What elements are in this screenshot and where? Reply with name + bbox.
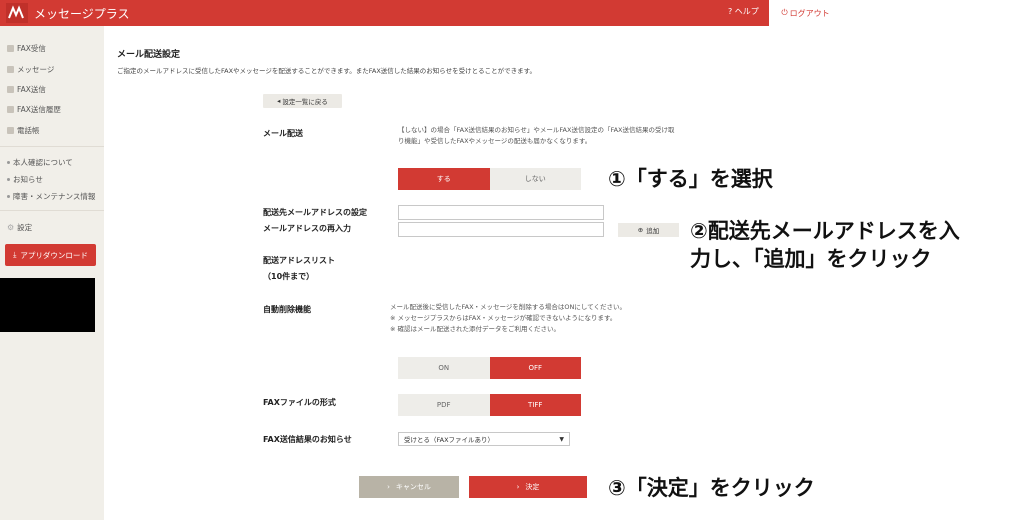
bullet-icon [7, 161, 10, 164]
logout-button[interactable]: ⏻ ログアウト [769, 0, 842, 26]
sidebar-item-fax-send[interactable]: FAX送信 [7, 84, 46, 95]
chevron-right-icon: › [387, 483, 390, 491]
back-to-settings-button[interactable]: ◂ 設定一覧に戻る [263, 94, 342, 108]
auto-delete-note: メール配送後に受信したFAX・メッセージを削除する場合はONにしてください。 ※… [390, 303, 626, 333]
message-icon [7, 66, 14, 73]
sidebar-link-news[interactable]: お知らせ [7, 174, 43, 185]
annotation-step1: ①「する」を選択 [608, 167, 773, 191]
sidebar-item-message[interactable]: メッセージ [7, 64, 54, 75]
fax-send-icon [7, 86, 14, 93]
add-address-button[interactable]: ⊕ 追加 [618, 223, 679, 237]
fax-format-pdf-button[interactable]: PDF [398, 394, 490, 416]
app-title: メッセージプラス [34, 7, 130, 21]
auto-delete-on-button[interactable]: ON [398, 357, 490, 379]
fax-inbox-icon [7, 45, 14, 52]
power-icon: ⏻ [781, 8, 788, 17]
sidebar: FAX受信 メッセージ FAX送信 FAX送信履歴 電話帳 本人確認について お… [0, 26, 104, 520]
history-icon [7, 106, 14, 113]
mail-delivery-note: 【しない】の場合「FAX送信結果のお知らせ」やメールFAX送信設定の「FAX送信… [398, 126, 675, 145]
help-link[interactable]: ? ヘルプ [728, 6, 759, 17]
sidebar-divider [0, 146, 104, 147]
mail-delivery-off-button[interactable]: しない [489, 168, 581, 190]
cancel-button[interactable]: › キャンセル [359, 476, 459, 498]
app-header: メッセージプラス ? ヘルプ ⏻ ログアウト [0, 0, 842, 26]
annotation-step3: ③「決定」をクリック [608, 476, 815, 500]
app-download-button[interactable]: ⤓ アプリダウンロード [5, 244, 96, 266]
submit-button[interactable]: › 決定 [469, 476, 587, 498]
fax-result-select[interactable]: 受けとる（FAXファイルあり） ▼ [398, 432, 570, 446]
mail-delivery-on-button[interactable]: する [398, 168, 490, 190]
address-list-label: 配送アドレスリスト [263, 256, 335, 265]
bullet-icon [7, 178, 10, 181]
fax-format-tiff-button[interactable]: TIFF [489, 394, 581, 416]
app-logo-icon [6, 3, 28, 23]
fax-format-label: FAXファイルの形式 [263, 398, 336, 407]
page-title: メール配送設定 [117, 50, 181, 60]
auto-delete-label: 自動削除機能 [263, 305, 311, 314]
mail-delivery-label: メール配送 [263, 129, 303, 138]
plus-circle-icon: ⊕ [637, 226, 644, 234]
sidebar-divider [0, 210, 104, 211]
address-setting-label: 配送先メールアドレスの設定 [263, 208, 367, 217]
sidebar-item-settings[interactable]: ⚙ 設定 [7, 222, 32, 233]
email-field[interactable] [398, 205, 604, 220]
sidebar-link-maintenance[interactable]: 障害・メンテナンス情報 [7, 191, 95, 202]
sidebar-item-phonebook[interactable]: 電話帳 [7, 125, 40, 136]
help-icon: ? [728, 7, 733, 16]
sidebar-item-fax-history[interactable]: FAX送信履歴 [7, 104, 61, 115]
fax-result-label: FAX送信結果のお知らせ [263, 435, 352, 444]
sidebar-link-identity[interactable]: 本人確認について [7, 157, 73, 168]
email-confirm-field[interactable] [398, 222, 604, 237]
auto-delete-toggle: ON OFF [398, 357, 581, 379]
gear-icon: ⚙ [7, 223, 15, 232]
sidebar-item-fax-inbox[interactable]: FAX受信 [7, 43, 46, 54]
auto-delete-off-button[interactable]: OFF [489, 357, 581, 379]
chevron-right-icon: › [516, 483, 520, 491]
redacted-area [0, 278, 95, 332]
mail-delivery-toggle: する しない [398, 168, 581, 190]
phonebook-icon [7, 127, 14, 134]
page-description: ご指定のメールアドレスに受信したFAXやメッセージを配送することができます。また… [117, 67, 537, 75]
download-icon: ⤓ [13, 250, 17, 259]
fax-format-toggle: PDF TIFF [398, 394, 581, 416]
annotation-step2-line2: 力し、「追加」をクリック [690, 247, 932, 271]
annotation-step2-line1: ②配送先メールアドレスを入 [690, 219, 960, 243]
address-list-limit: （10件まで） [263, 272, 315, 281]
address-confirm-label: メールアドレスの再入力 [263, 224, 351, 233]
bullet-icon [7, 195, 10, 198]
caret-down-icon: ▼ [559, 435, 564, 443]
